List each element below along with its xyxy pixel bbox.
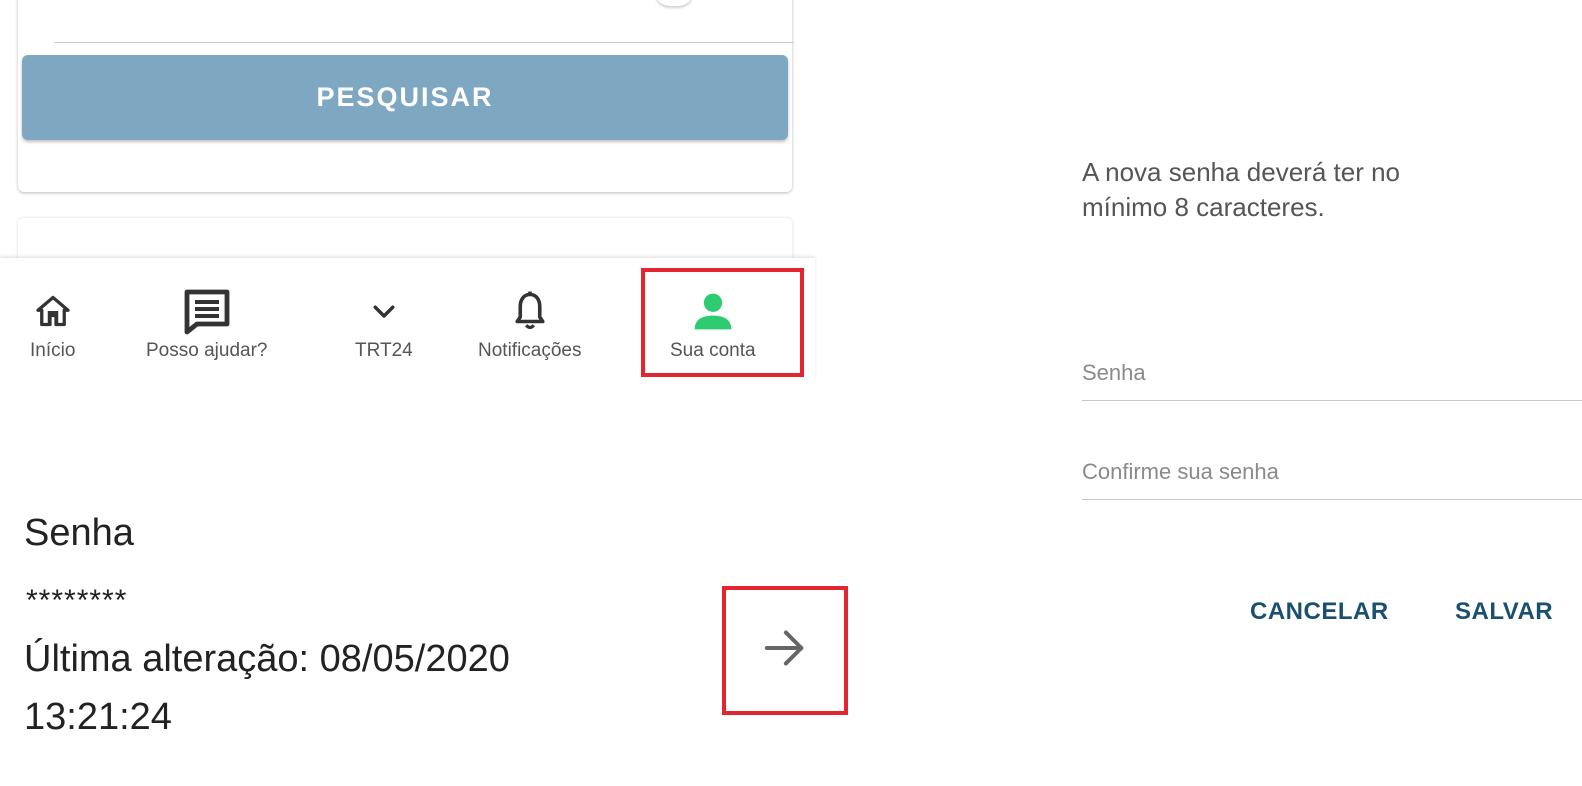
bell-icon xyxy=(512,286,548,336)
chevron-down-icon xyxy=(369,286,399,336)
save-button[interactable]: SALVAR xyxy=(1455,598,1553,626)
nav-item-trt24[interactable]: TRT24 xyxy=(355,286,413,362)
dialog-message-line-1: A nova senha deverá ter no xyxy=(1082,157,1401,187)
highlight-arrow xyxy=(722,586,848,715)
confirm-password-field[interactable] xyxy=(1082,441,1582,500)
password-masked-value: ******** xyxy=(26,584,128,617)
highlight-sua-conta xyxy=(641,268,804,377)
password-input[interactable] xyxy=(1082,360,1582,386)
confirm-password-input[interactable] xyxy=(1082,459,1582,485)
password-title: Senha xyxy=(24,512,134,554)
search-button[interactable]: PESQUISAR xyxy=(22,55,788,140)
last-changed-line-2: 13:21:24 xyxy=(24,696,172,738)
screenshot-composite: PESQUISAR Início Posso ajudar? TRT24 Not… xyxy=(0,0,1582,786)
search-field-underline xyxy=(54,42,794,43)
dialog-message: A nova senha deverá ter no mínimo 8 cara… xyxy=(1082,155,1562,225)
nav-label: Posso ajudar? xyxy=(146,340,268,361)
cancel-button[interactable]: CANCELAR xyxy=(1250,598,1389,626)
nav-item-inicio[interactable]: Início xyxy=(30,286,75,362)
last-changed-line-1: Última alteração: 08/05/2020 xyxy=(24,638,510,680)
nav-item-notificacoes[interactable]: Notificações xyxy=(478,286,582,362)
password-last-changed: Última alteração: 08/05/2020 13:21:24 xyxy=(24,630,624,746)
password-field[interactable] xyxy=(1082,342,1582,401)
chat-icon xyxy=(181,286,233,336)
nav-label: Início xyxy=(30,340,76,361)
nav-label: TRT24 xyxy=(355,340,413,361)
field-edge xyxy=(654,0,694,6)
nav-item-posso-ajudar[interactable]: Posso ajudar? xyxy=(146,286,267,362)
nav-label: Notificações xyxy=(478,340,582,361)
dialog-message-line-2: mínimo 8 caracteres. xyxy=(1082,192,1325,222)
home-icon xyxy=(35,286,71,336)
